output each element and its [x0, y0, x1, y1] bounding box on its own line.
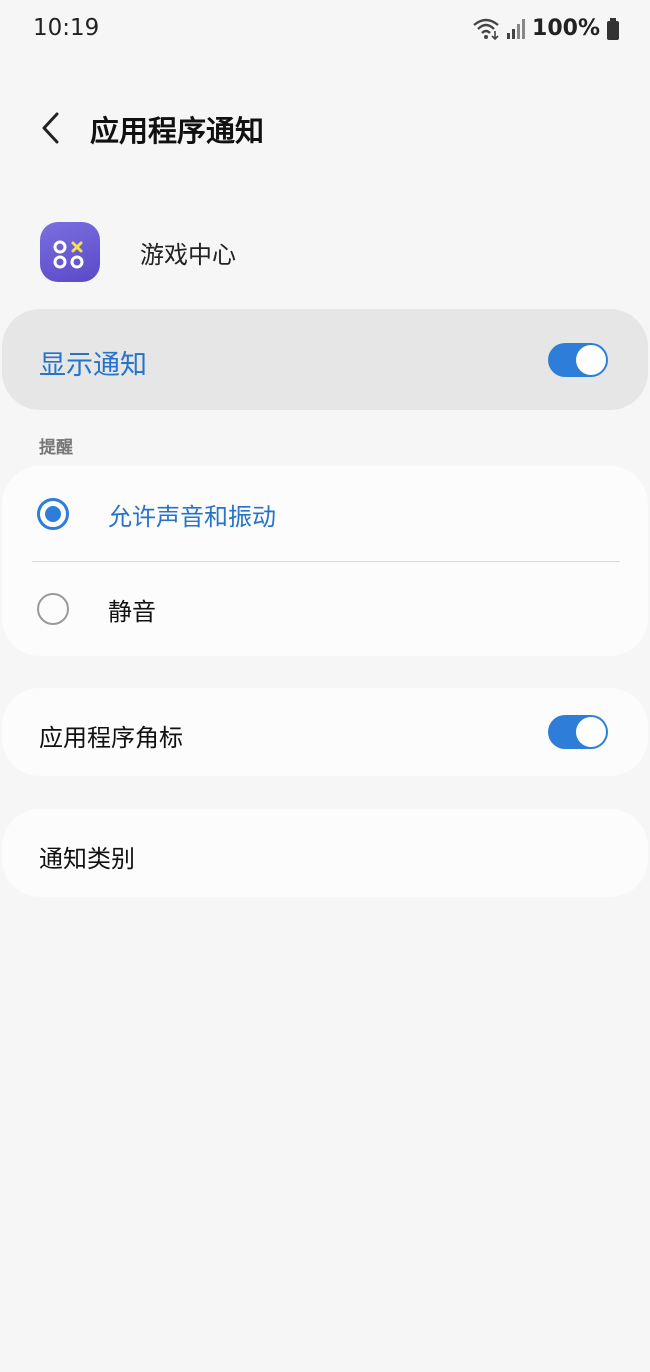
alert-option-label: 静音 — [108, 598, 156, 626]
radio-sound-vibrate[interactable] — [37, 498, 69, 530]
game-center-icon — [40, 222, 100, 282]
alert-option-sound-vibrate[interactable]: 允许声音和振动 — [2, 466, 648, 561]
alert-options-card: 允许声音和振动 静音 — [2, 466, 648, 656]
status-icons: 100% — [472, 16, 620, 41]
radio-silent[interactable] — [37, 593, 69, 625]
app-badge-row[interactable]: 应用程序角标 — [2, 688, 648, 776]
wifi-icon — [473, 18, 499, 40]
app-info: 游戏中心 — [0, 218, 650, 288]
battery-percent: 100% — [532, 16, 600, 41]
notification-categories-label: 通知类别 — [39, 845, 135, 873]
show-notifications-row[interactable]: 显示通知 — [2, 309, 648, 410]
app-name: 游戏中心 — [140, 241, 236, 269]
status-bar: 10:19 100% — [0, 0, 650, 60]
alert-option-silent[interactable]: 静音 — [2, 562, 648, 656]
back-button[interactable] — [28, 106, 72, 150]
alert-section-label: 提醒 — [39, 438, 73, 458]
alert-option-label: 允许声音和振动 — [108, 503, 276, 531]
status-time: 10:19 — [33, 15, 100, 41]
battery-icon — [607, 17, 619, 40]
show-notifications-label: 显示通知 — [39, 350, 147, 381]
app-badge-label: 应用程序角标 — [39, 724, 183, 752]
app-badge-toggle[interactable] — [548, 715, 608, 749]
header: 应用程序通知 — [0, 92, 650, 168]
signal-icon — [507, 18, 526, 39]
chevron-left-icon — [42, 112, 59, 144]
notification-categories-row[interactable]: 通知类别 — [2, 809, 648, 897]
page-title: 应用程序通知 — [90, 114, 265, 148]
show-notifications-toggle[interactable] — [548, 343, 608, 377]
